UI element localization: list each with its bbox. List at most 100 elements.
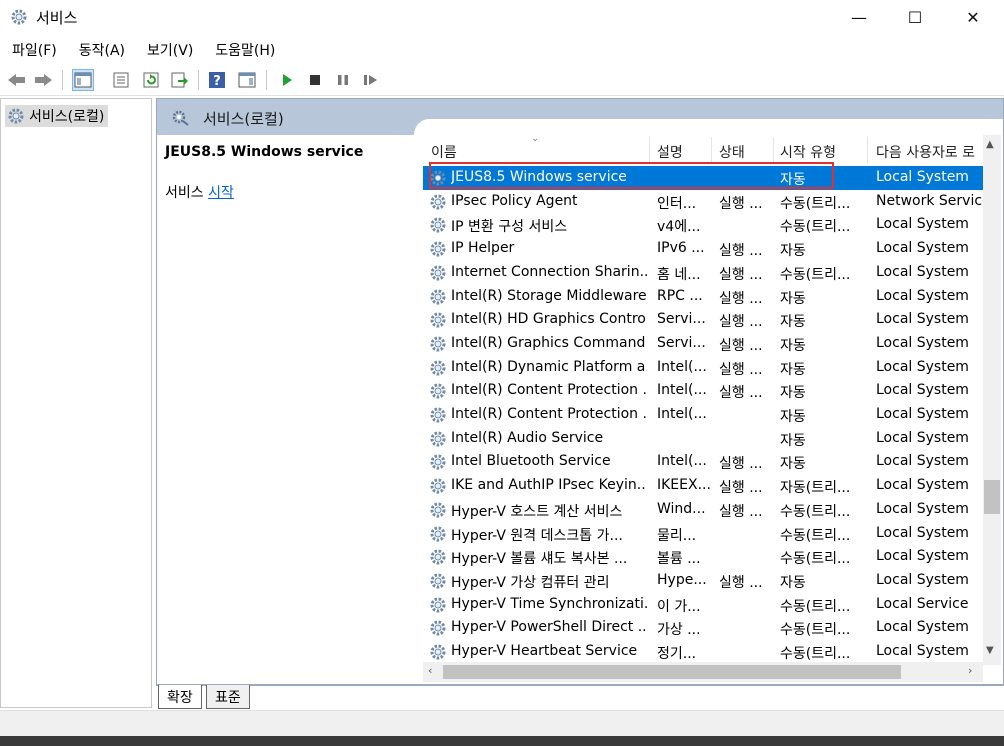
service-name: Intel Bluetooth Service	[451, 453, 611, 470]
service-description: Intel(...	[657, 453, 707, 470]
service-row[interactable]: Hyper-V 볼륨 섀도 복사본 ... 볼륨 ... 수동(트리... Local…	[423, 545, 983, 569]
toolbar: ?	[0, 64, 1004, 96]
vertical-scrollbar[interactable]: ▲ ▼	[983, 135, 1001, 665]
service-row[interactable]: Hyper-V Time Synchronizati... 이 가... 수동(트리…	[423, 593, 983, 617]
scroll-down-icon[interactable]: ▼	[986, 645, 994, 656]
service-row[interactable]: Internet Connection Sharin... 홈 네... 실행 ..…	[423, 261, 983, 285]
service-status: 실행 ...	[719, 503, 763, 520]
refresh-icon[interactable]	[140, 69, 162, 91]
service-row[interactable]: IKE and AuthIP IPsec Keyin... IKEEX... 실행 …	[423, 474, 983, 498]
toolbar-separator	[266, 70, 267, 90]
column-divider[interactable]	[649, 137, 650, 163]
column-header-description[interactable]: 설명	[657, 142, 683, 162]
service-description: 홈 네...	[657, 266, 701, 283]
service-logon-as: Local System	[876, 240, 969, 257]
service-row[interactable]: Intel(R) Graphics Command ... Servi... 실행 …	[423, 332, 983, 356]
service-startup-type: 자동	[780, 337, 806, 354]
horizontal-scrollbar[interactable]: ‹ ›	[423, 662, 983, 682]
start-service-icon[interactable]	[276, 69, 298, 91]
restart-service-icon[interactable]	[360, 69, 382, 91]
horizontal-scroll-thumb[interactable]	[443, 665, 901, 679]
vertical-scroll-thumb[interactable]	[984, 480, 1000, 514]
scroll-right-icon[interactable]: ›	[968, 664, 972, 677]
service-logon-as: Local System	[876, 406, 969, 422]
list-header: ⌄ 이름 설명 상태 시작 유형 다음 사용자로 로	[423, 133, 983, 165]
column-header-logon-as[interactable]: 다음 사용자로 로	[876, 142, 980, 162]
service-startup-type: 수동(트리...	[780, 551, 851, 568]
service-row[interactable]: Intel(R) Content Protection ... Intel(...…	[423, 403, 983, 427]
service-description: RPC ...	[657, 287, 703, 304]
service-row[interactable]: Hyper-V Heartbeat Service 정기... 수동(트리... Lo…	[423, 640, 983, 661]
start-service-link[interactable]: 시작	[208, 185, 234, 201]
window-title: 서비스	[36, 9, 78, 27]
service-row[interactable]: Intel Bluetooth Service Intel(... 실행 ... 자동…	[423, 450, 983, 474]
service-startup-type: 수동(트리...	[780, 503, 851, 520]
service-startup-type: 자동	[780, 314, 806, 331]
service-row[interactable]: Hyper-V PowerShell Direct ... 가상 ... 수동(트리…	[423, 616, 983, 640]
menu-help[interactable]: 도움말(H)	[215, 40, 275, 60]
tab-standard[interactable]: 표준	[206, 685, 250, 709]
service-logon-as: Local System	[876, 169, 969, 185]
stop-service-icon[interactable]	[304, 69, 326, 91]
service-status: 실행 ...	[719, 290, 763, 307]
service-row[interactable]: Intel(R) Content Protection ... Intel(...…	[423, 379, 983, 403]
service-gear-icon	[429, 619, 447, 637]
service-startup-type: 자동	[780, 290, 806, 307]
service-logon-as: Local System	[876, 263, 969, 280]
column-divider[interactable]	[711, 137, 712, 163]
column-header-status[interactable]: 상태	[719, 142, 745, 162]
service-description: 볼륨 ...	[657, 551, 701, 568]
service-description: v4에...	[657, 219, 701, 236]
service-row[interactable]: Intel(R) HD Graphics Control... Servi... 실…	[423, 308, 983, 332]
column-header-startup-type[interactable]: 시작 유형	[780, 142, 836, 162]
show-hide-action-pane-icon[interactable]	[236, 69, 258, 91]
help-icon[interactable]: ?	[206, 69, 228, 91]
column-divider[interactable]	[773, 137, 774, 163]
menu-action[interactable]: 동작(A)	[79, 40, 125, 60]
service-row[interactable]: IP 변환 구성 서비스 v4에... 수동(트리... Local System	[423, 213, 983, 237]
service-action: 서비스 시작	[165, 182, 234, 202]
service-startup-type: 자동	[780, 361, 806, 378]
service-gear-icon	[429, 335, 447, 353]
properties-icon[interactable]	[110, 69, 132, 91]
service-row[interactable]: IP Helper IPv6 ... 실행 ... 자동 Local System	[423, 237, 983, 261]
export-list-icon[interactable]	[168, 69, 190, 91]
menu-bar: 파일(F) 동작(A) 보기(V) 도움말(H)	[0, 36, 1004, 64]
service-logon-as: Local System	[876, 311, 969, 328]
search-gear-icon	[171, 109, 191, 131]
service-row[interactable]: IPsec Policy Agent 인터... 실행 ... 수동(트리... Net…	[423, 190, 983, 214]
service-row[interactable]: Intel(R) Storage Middleware... RPC ... 실행 …	[423, 285, 983, 309]
tree-node-services-local[interactable]: 서비스(로컬)	[5, 105, 109, 127]
service-logon-as: Local System	[876, 571, 969, 588]
selected-service-title: JEUS8.5 Windows service	[165, 144, 364, 160]
service-row[interactable]: Hyper-V 원격 데스크톱 가... 물리... 수동(트리... Local S…	[423, 522, 983, 546]
service-status: 실행 ...	[719, 456, 763, 473]
service-startup-type: 자동(트리...	[780, 480, 851, 497]
minimize-button[interactable]: —	[836, 0, 882, 34]
scroll-left-icon[interactable]: ‹	[428, 664, 432, 677]
service-description: 인터...	[657, 195, 697, 212]
show-hide-console-tree-icon[interactable]	[72, 69, 94, 91]
menu-view[interactable]: 보기(V)	[147, 40, 193, 60]
service-action-prefix: 서비스	[165, 185, 209, 201]
panel-header: 서비스(로컬)	[157, 99, 1003, 135]
close-button[interactable]: ✕	[950, 0, 996, 34]
service-name: Hyper-V Heartbeat Service	[451, 643, 638, 659]
service-startup-type: 자동	[780, 456, 806, 473]
tab-extended[interactable]: 확장	[158, 685, 202, 709]
scroll-up-icon[interactable]: ▲	[986, 139, 994, 150]
column-divider[interactable]	[867, 137, 868, 163]
back-icon[interactable]	[6, 69, 28, 91]
service-row[interactable]: Intel(R) Dynamic Platform a... Intel(... 실…	[423, 356, 983, 380]
column-header-name[interactable]: 이름	[431, 142, 457, 162]
pause-service-icon[interactable]	[332, 69, 354, 91]
forward-icon[interactable]	[32, 69, 54, 91]
service-row[interactable]: Hyper-V 가상 컴퓨터 관리 Hype... 실행 ... 자동 Local Sy…	[423, 569, 983, 593]
service-row[interactable]: Intel(R) Audio Service 자동 Local System	[423, 427, 983, 451]
service-row[interactable]: Hyper-V 호스트 계산 서비스 Wind... 실행 ... 수동(트리... L…	[423, 498, 983, 522]
view-tabs: 확장 표준	[156, 684, 1004, 710]
menu-file[interactable]: 파일(F)	[12, 40, 57, 60]
service-gear-icon	[429, 311, 447, 329]
maximize-button[interactable]: ☐	[892, 0, 938, 34]
extended-description-pane: JEUS8.5 Windows service 서비스 시작	[157, 135, 419, 685]
